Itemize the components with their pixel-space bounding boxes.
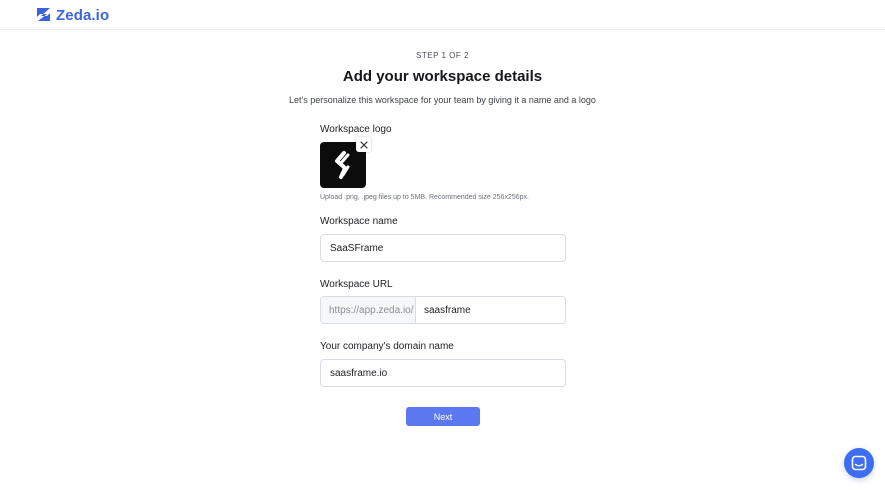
workspace-url-field: https://app.zeda.io/ [320, 296, 566, 324]
workspace-url-input[interactable] [416, 297, 565, 323]
next-button[interactable]: Next [406, 407, 480, 426]
brand-logo[interactable]: Zeda.io [35, 6, 109, 24]
domain-name-label: Your company's domain name [320, 341, 454, 352]
remove-logo-button[interactable] [356, 137, 371, 152]
saasframe-logo-icon [335, 151, 350, 179]
workspace-logo-label: Workspace logo [320, 124, 392, 135]
brand-name: Zeda.io [56, 6, 110, 24]
chat-icon [851, 455, 867, 471]
domain-name-field [320, 359, 566, 387]
close-icon [359, 140, 368, 149]
page-title: Add your workspace details [342, 68, 543, 85]
workspace-name-label: Workspace name [320, 216, 398, 227]
top-bar: Zeda.io [0, 0, 885, 30]
logo-upload-hint: Upload .png, .jpeg files up to 5MB. Reco… [320, 194, 529, 201]
workspace-url-prefix: https://app.zeda.io/ [321, 297, 416, 323]
zeda-logo-icon [37, 8, 50, 21]
workspace-name-field [320, 234, 566, 262]
workspace-url-label: Workspace URL [320, 279, 393, 290]
step-indicator: STEP 1 OF 2 [416, 51, 469, 60]
chat-launcher-button[interactable] [844, 448, 874, 478]
workspace-name-input[interactable] [321, 235, 565, 261]
page-subtitle: Let's personalize this workspace for you… [289, 95, 596, 105]
domain-name-input[interactable] [321, 360, 565, 386]
